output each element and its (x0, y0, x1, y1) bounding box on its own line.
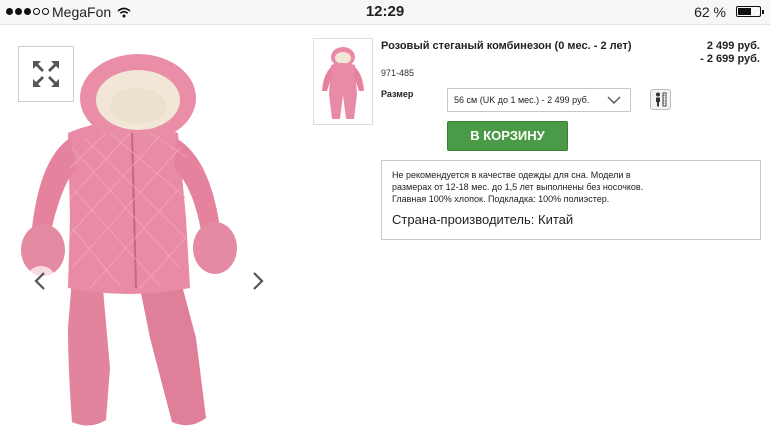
product-sku: 971-485 (381, 68, 415, 78)
previous-image-button[interactable] (26, 266, 56, 296)
chevron-right-icon (253, 272, 264, 290)
country-of-origin: Страна-производитель: Китай (392, 212, 574, 227)
description-box: Не рекомендуется в качестве одежды для с… (381, 160, 761, 240)
description-line: Главная 100% хлопок. Подкладка: 100% пол… (392, 194, 610, 204)
expand-image-button[interactable] (18, 46, 74, 102)
size-selected-value: 56 см (UK до 1 мес.) - 2 499 руб. (454, 95, 590, 105)
battery-percent: 62 % (694, 4, 726, 20)
status-bar: MegaFon 12:29 62 % (0, 0, 770, 25)
expand-arrows-icon (33, 61, 59, 87)
next-image-button[interactable] (242, 266, 272, 296)
snowsuit-thumbnail-illustration (322, 47, 364, 119)
price-to: - 2 699 руб. (700, 53, 760, 65)
chevron-left-icon (34, 272, 45, 290)
description-line: Не рекомендуется в качестве одежды для с… (392, 170, 631, 180)
add-to-cart-button[interactable]: В КОРЗИНУ (447, 121, 568, 151)
size-label: Размер (381, 89, 414, 99)
description-line: размерах от 12-18 мес. до 1,5 лет выполн… (392, 182, 644, 192)
clock: 12:29 (365, 3, 405, 20)
size-guide-icon[interactable] (650, 89, 671, 110)
product-image[interactable] (10, 38, 282, 433)
product-title: Розовый стеганый комбинезон (0 мес. - 2 … (381, 40, 632, 52)
product-thumbnail[interactable] (313, 38, 373, 125)
price-from: 2 499 руб. (706, 40, 760, 52)
battery-icon (736, 6, 764, 17)
size-select[interactable]: 56 см (UK до 1 мес.) - 2 499 руб. (447, 88, 631, 112)
chevron-down-icon (607, 96, 621, 104)
